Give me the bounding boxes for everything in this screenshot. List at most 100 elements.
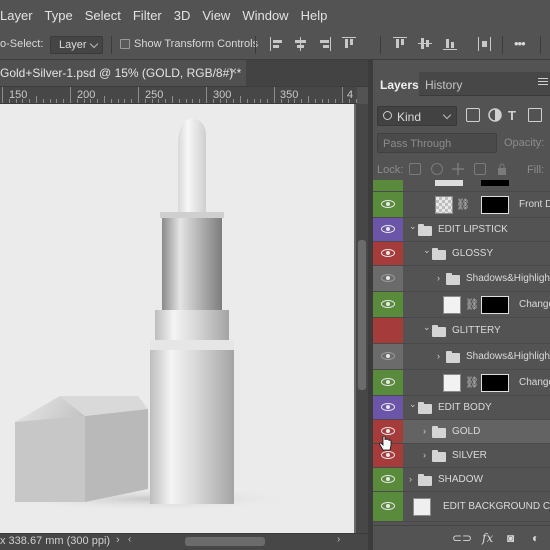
chevron-down-icon[interactable]: ⌄ xyxy=(409,399,417,410)
chevron-down-icon[interactable]: ⌄ xyxy=(409,221,417,232)
adjustment-filter-icon[interactable] xyxy=(488,108,502,122)
chevron-right-icon[interactable]: › xyxy=(423,426,426,436)
menu-window[interactable]: Window xyxy=(236,8,294,23)
lock-image-icon[interactable] xyxy=(431,163,443,175)
lock-artboard-icon[interactable] xyxy=(474,163,486,175)
eye-icon xyxy=(381,225,395,233)
ruler-tick xyxy=(321,99,323,103)
blend-mode-dropdown[interactable]: Pass Through xyxy=(377,133,497,153)
link-icon[interactable]: ⛓ xyxy=(456,198,470,211)
align-center-h-icon[interactable] xyxy=(294,37,308,51)
visibility-toggle[interactable] xyxy=(373,318,403,343)
tab-history[interactable]: History xyxy=(425,78,462,92)
distribute-icon[interactable] xyxy=(478,37,492,51)
chevron-right-icon[interactable]: › xyxy=(437,351,440,361)
menu-layer[interactable]: Layer xyxy=(0,8,39,23)
layer-mask-thumbnail[interactable] xyxy=(481,196,509,214)
filter-kind-dropdown[interactable]: Kind xyxy=(377,106,457,126)
status-menu-icon[interactable]: › xyxy=(116,534,120,546)
layer-name: Shadows&Highlight xyxy=(466,273,550,284)
scroll-right-icon[interactable]: › xyxy=(337,534,340,545)
layer-thumbnail[interactable] xyxy=(443,296,461,314)
layer-mask-thumbnail[interactable] xyxy=(481,296,509,314)
visibility-toggle[interactable] xyxy=(373,180,403,191)
document-canvas[interactable] xyxy=(0,104,354,533)
visibility-toggle[interactable] xyxy=(373,266,403,291)
shape-filter-icon[interactable] xyxy=(528,108,542,122)
link-icon[interactable]: ⛓ xyxy=(465,376,479,389)
visibility-toggle[interactable] xyxy=(373,344,403,369)
chevron-down-icon[interactable]: ⌄ xyxy=(423,245,431,256)
layer-mask-thumbnail[interactable] xyxy=(481,374,509,392)
chevron-right-icon[interactable]: › xyxy=(423,450,426,460)
link-icon[interactable]: ⛓ xyxy=(465,298,479,311)
visibility-toggle[interactable] xyxy=(373,218,403,241)
layer-row[interactable]: ⌄ EDIT LIPSTICK xyxy=(373,218,550,242)
layer-row[interactable]: › SILVER xyxy=(373,444,550,468)
document-info: x 338.67 mm (300 ppi) xyxy=(0,535,111,547)
align-bottom-edges-icon[interactable] xyxy=(443,37,457,51)
menu-type[interactable]: Type xyxy=(39,8,79,23)
layer-row[interactable]: ⌄ EDIT BODY xyxy=(373,396,550,420)
lock-all-icon[interactable] xyxy=(496,163,508,175)
visibility-toggle[interactable] xyxy=(373,468,403,491)
layer-row[interactable]: EDIT BACKGROUND COLO xyxy=(373,492,550,522)
layer-thumbnail[interactable] xyxy=(443,374,461,392)
fx-icon[interactable]: fx xyxy=(482,531,493,545)
layer-thumbnail[interactable] xyxy=(435,180,463,186)
pixel-filter-icon[interactable] xyxy=(466,108,480,122)
visibility-toggle[interactable] xyxy=(373,242,403,265)
folder-icon xyxy=(432,426,446,438)
visibility-toggle[interactable] xyxy=(373,492,403,521)
layer-mask-thumbnail[interactable] xyxy=(481,180,509,186)
layer-row[interactable]: ⛓ Change xyxy=(373,370,550,396)
menu-help[interactable]: Help xyxy=(295,8,334,23)
visibility-toggle[interactable] xyxy=(373,370,403,395)
scroll-left-icon[interactable]: ‹ xyxy=(128,534,131,545)
align-top-icon[interactable] xyxy=(342,37,356,51)
add-mask-icon[interactable]: ◙ xyxy=(507,531,514,545)
tab-layers[interactable]: Layers xyxy=(373,72,419,97)
layer-row[interactable]: › GOLD xyxy=(373,420,550,444)
layer-thumbnail[interactable] xyxy=(413,498,431,516)
type-filter-icon[interactable]: T xyxy=(508,108,522,123)
align-right-icon[interactable] xyxy=(318,37,332,51)
new-adjustment-icon[interactable]: ◐ xyxy=(532,531,539,545)
chevron-down-icon[interactable]: ⌄ xyxy=(423,322,431,333)
menu-filter[interactable]: Filter xyxy=(127,8,168,23)
folder-icon xyxy=(432,248,446,260)
align-left-icon[interactable] xyxy=(270,37,284,51)
layer-row[interactable]: ⛓ Front D xyxy=(373,192,550,218)
layer-row[interactable]: ⛓ Change xyxy=(373,292,550,318)
layer-row[interactable]: › Shadows&Highlight xyxy=(373,266,550,292)
menu-3d[interactable]: 3D xyxy=(168,8,197,23)
layer-row[interactable]: › Shadows&Highlight xyxy=(373,344,550,370)
auto-select-dropdown[interactable]: Layer xyxy=(50,36,103,54)
folder-icon xyxy=(446,273,460,285)
layer-row[interactable] xyxy=(373,180,550,192)
lock-transparent-icon[interactable] xyxy=(409,163,421,175)
panel-menu-icon[interactable] xyxy=(538,78,548,87)
link-layers-icon[interactable]: ⊂⊃ xyxy=(452,531,472,545)
chevron-right-icon[interactable]: › xyxy=(409,474,412,484)
layer-row[interactable]: › SHADOW xyxy=(373,468,550,492)
show-transform-checkbox[interactable] xyxy=(120,39,130,49)
menu-view[interactable]: View xyxy=(196,8,236,23)
layer-row[interactable]: ⌄ GLOSSY xyxy=(373,242,550,266)
close-tab-icon[interactable]: × xyxy=(230,64,237,78)
layer-thumbnail[interactable] xyxy=(435,196,453,214)
ruler-tick xyxy=(260,99,262,103)
more-options-icon[interactable]: ••• xyxy=(514,36,526,51)
visibility-toggle[interactable] xyxy=(373,396,403,419)
lock-position-icon[interactable] xyxy=(452,163,464,175)
ruler-tick xyxy=(90,99,92,103)
horizontal-scroll-thumb[interactable] xyxy=(185,537,265,546)
chevron-right-icon[interactable]: › xyxy=(437,273,440,283)
menu-select[interactable]: Select xyxy=(79,8,127,23)
vertical-scroll-thumb[interactable] xyxy=(358,240,366,390)
visibility-toggle[interactable] xyxy=(373,192,403,217)
layer-row[interactable]: ⌄ GLITTERY xyxy=(373,318,550,344)
visibility-toggle[interactable] xyxy=(373,292,403,317)
align-top-edges-icon[interactable] xyxy=(393,37,407,51)
align-vertical-centers-icon[interactable] xyxy=(418,37,432,51)
